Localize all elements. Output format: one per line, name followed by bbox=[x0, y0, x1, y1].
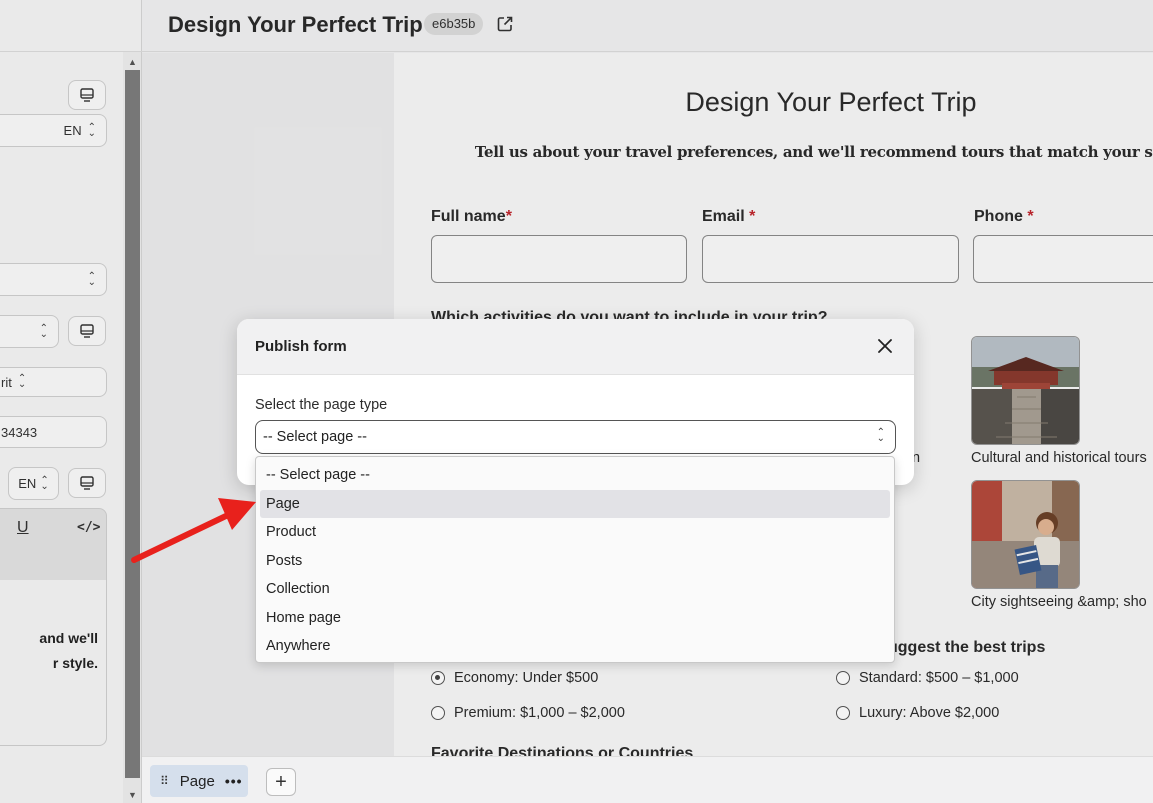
annotation-arrow-icon bbox=[131, 498, 256, 563]
add-page-button[interactable]: + bbox=[266, 768, 296, 796]
option-product[interactable]: Product bbox=[260, 518, 890, 547]
option-anywhere[interactable]: Anywhere bbox=[260, 632, 890, 661]
more-options-icon[interactable]: ••• bbox=[225, 773, 243, 789]
option-page[interactable]: Page bbox=[260, 489, 890, 518]
close-icon[interactable] bbox=[876, 337, 894, 355]
option-collection[interactable]: Collection bbox=[260, 575, 890, 604]
option-select-page[interactable]: -- Select page -- bbox=[260, 461, 890, 490]
option-home-page[interactable]: Home page bbox=[260, 604, 890, 633]
page-tab[interactable]: ⠿ Page ••• bbox=[150, 765, 248, 797]
page-type-label: Select the page type bbox=[255, 397, 388, 413]
drag-handle-icon[interactable]: ⠿ bbox=[160, 774, 169, 788]
modal-header: Publish form bbox=[237, 319, 914, 375]
updown-chevron-icon: ⌃ ⌄ bbox=[876, 427, 885, 444]
page-tabs-bar: ⠿ Page ••• + bbox=[142, 756, 1153, 803]
modal-title: Publish form bbox=[255, 338, 347, 355]
page-type-dropdown: -- Select page -- Page Product Posts Col… bbox=[255, 456, 895, 663]
page-type-select[interactable]: -- Select page -- ⌃ ⌄ bbox=[255, 420, 896, 454]
option-posts[interactable]: Posts bbox=[260, 547, 890, 576]
